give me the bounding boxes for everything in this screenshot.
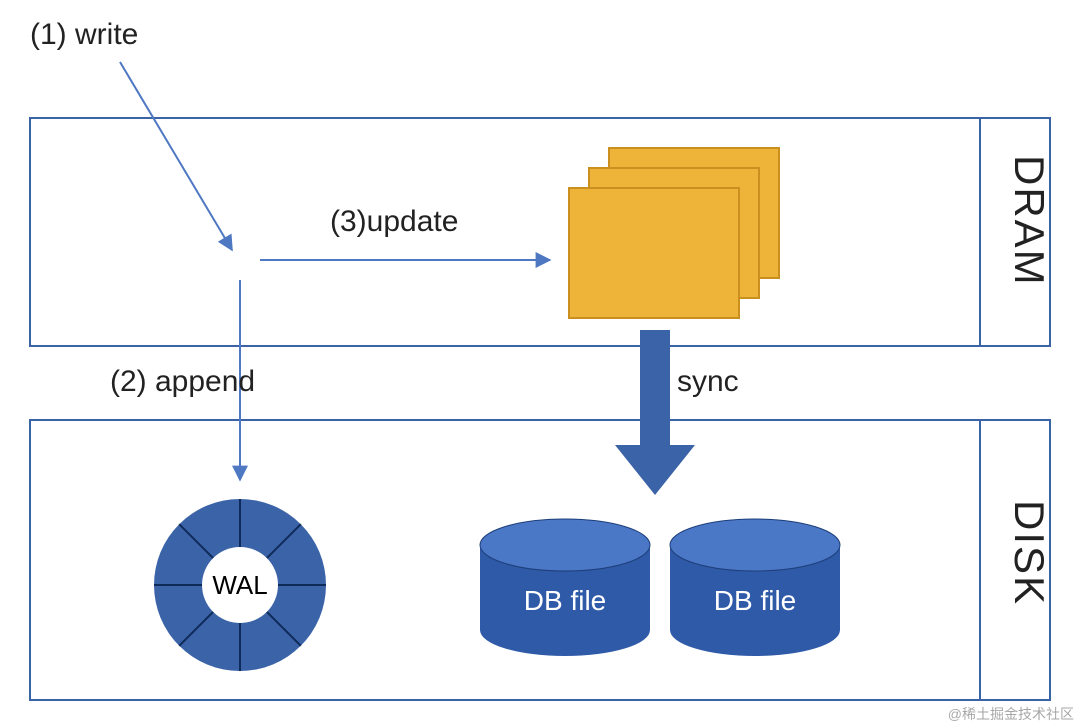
wal-icon: WAL bbox=[154, 499, 326, 671]
memory-pages-icon bbox=[569, 148, 779, 318]
db-file-1-label: DB file bbox=[524, 585, 606, 616]
arrow-sync bbox=[615, 330, 695, 495]
diagram-canvas: WAL DB file DB file bbox=[0, 0, 1080, 728]
arrow-write bbox=[120, 62, 232, 250]
watermark: @稀土掘金技术社区 bbox=[948, 704, 1074, 724]
label-write: (1) write bbox=[30, 18, 138, 52]
wal-label: WAL bbox=[212, 570, 267, 600]
label-sync: sync bbox=[677, 365, 739, 399]
label-append: (2) append bbox=[110, 365, 255, 399]
label-dram: DRAM bbox=[1005, 155, 1053, 287]
dram-box bbox=[30, 118, 1050, 346]
db-file-1-icon: DB file bbox=[480, 519, 650, 656]
label-disk: DISK bbox=[1005, 500, 1053, 606]
db-file-2-label: DB file bbox=[714, 585, 796, 616]
db-file-2-icon: DB file bbox=[670, 519, 840, 656]
label-update: (3)update bbox=[330, 205, 458, 239]
